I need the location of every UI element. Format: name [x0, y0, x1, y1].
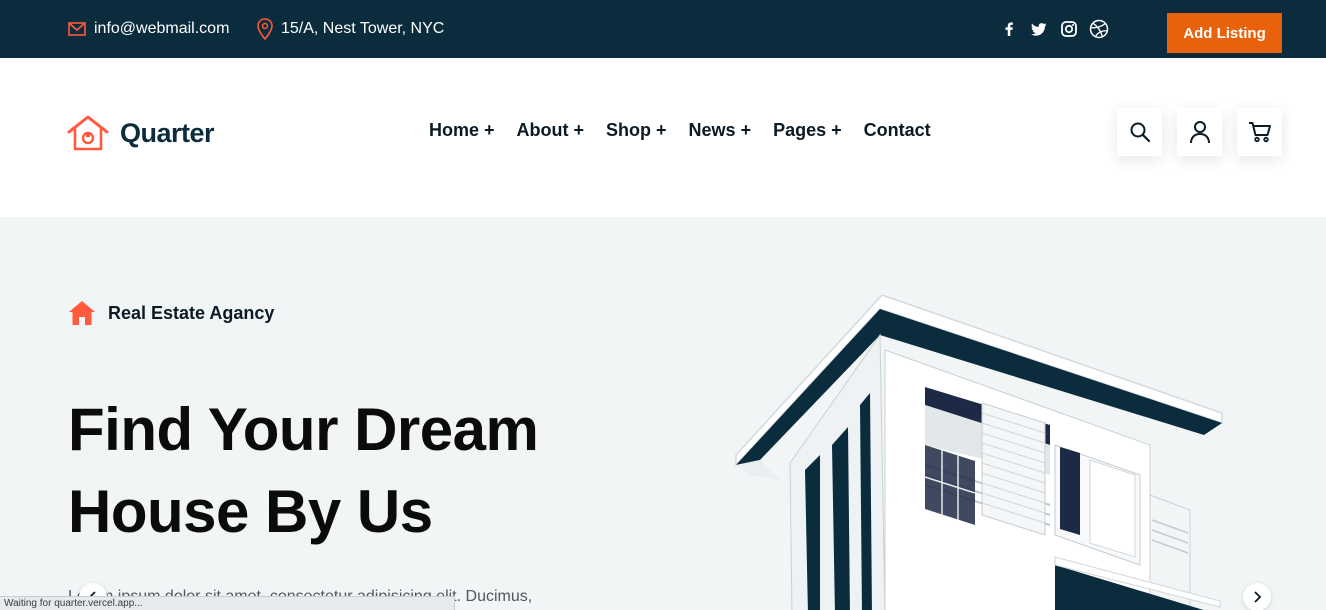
instagram-icon[interactable]: [1058, 18, 1080, 40]
nav-pages-expand-icon: +: [831, 120, 842, 140]
hero-title: Find Your Dream House By Us: [68, 389, 539, 553]
cart-icon: [1248, 122, 1271, 143]
nav-pages[interactable]: Pages +: [773, 120, 842, 141]
search-icon: [1130, 122, 1150, 143]
hero-section: Real Estate Agancy Find Your Dream House…: [0, 217, 1326, 610]
dribbble-icon[interactable]: [1088, 18, 1110, 40]
nav-shop-label: Shop: [606, 120, 652, 140]
logo[interactable]: Quarter: [66, 114, 215, 152]
nav-pages-label: Pages: [773, 120, 827, 140]
site-header: Quarter Home + About + Shop + News + Pages + …: [0, 58, 1326, 217]
address-text: 15/A, Nest Tower, NYC: [281, 20, 445, 37]
nav-news-label: News: [688, 120, 736, 140]
social-links: [990, 0, 1110, 58]
add-listing-button[interactable]: Add Listing: [1167, 13, 1282, 53]
nav-home[interactable]: Home +: [429, 120, 495, 141]
hero-title-line-1: Find Your Dream: [68, 396, 539, 463]
hero-title-line-2: House By Us: [68, 478, 433, 545]
location-pin-icon: [257, 18, 273, 40]
nav-about[interactable]: About +: [517, 120, 585, 141]
hero-tagline: Real Estate Agancy: [68, 300, 274, 326]
nav-shop-expand-icon: +: [656, 120, 667, 140]
facebook-icon[interactable]: [998, 18, 1020, 40]
nav-shop[interactable]: Shop +: [606, 120, 667, 141]
main-nav: Home + About + Shop + News + Pages + Contact: [429, 120, 953, 141]
nav-about-expand-icon: +: [573, 120, 585, 140]
nav-contact[interactable]: Contact: [864, 120, 931, 141]
twitter-icon[interactable]: [1028, 18, 1050, 40]
chevron-right-icon: [1254, 591, 1262, 603]
house-logo-icon: [67, 115, 109, 151]
nav-contact-label: Contact: [863, 120, 931, 140]
logo-text: Quarter: [120, 117, 215, 148]
top-bar: info@webmail.com 15/A, Nest Tower, NYC A…: [0, 0, 1326, 58]
nav-news[interactable]: News +: [689, 120, 752, 141]
search-button[interactable]: [1117, 108, 1162, 156]
user-icon: [1189, 121, 1210, 144]
nav-about-label: About: [516, 120, 569, 140]
hero-next-button[interactable]: [1243, 583, 1271, 610]
home-icon: [69, 301, 95, 325]
nav-news-expand-icon: +: [740, 120, 752, 140]
email-text: info@webmail.com: [94, 20, 230, 37]
account-button[interactable]: [1177, 108, 1222, 156]
house-illustration: [735, 295, 1223, 610]
contact-email[interactable]: info@webmail.com: [68, 0, 229, 58]
tagline-text: Real Estate Agancy: [108, 302, 275, 323]
browser-status-bar: Waiting for quarter.vercel.app...: [0, 596, 455, 610]
nav-home-expand-icon: +: [484, 120, 495, 140]
cart-button[interactable]: [1237, 108, 1282, 156]
nav-home-label: Home: [429, 120, 480, 140]
mail-icon: [68, 22, 86, 36]
contact-address[interactable]: 15/A, Nest Tower, NYC: [257, 0, 444, 58]
